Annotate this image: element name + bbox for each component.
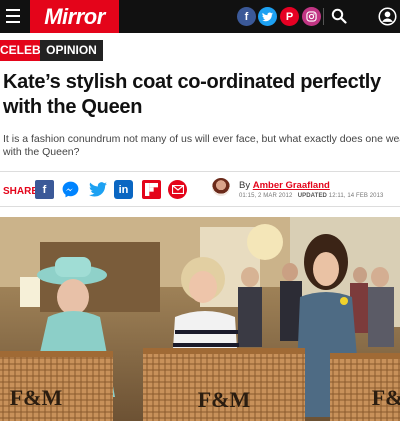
updated-date: 12:11, 14 FEB 2013 — [328, 193, 384, 199]
mirror-logo[interactable]: Mirror — [30, 0, 119, 33]
share-email-icon[interactable] — [168, 180, 187, 199]
updated-label: UPDATED — [297, 193, 327, 199]
share-messenger-icon[interactable] — [61, 180, 80, 199]
share-twitter-icon[interactable] — [88, 180, 107, 199]
header-divider — [323, 8, 324, 25]
instagram-icon[interactable] — [302, 7, 321, 26]
divider — [0, 206, 400, 207]
article-hero-image[interactable]: F&M F&M F&M — [0, 217, 400, 421]
tag-opinion[interactable]: OPINION — [40, 40, 103, 61]
author-avatar[interactable] — [212, 178, 230, 196]
byline-prefix: By — [239, 180, 251, 191]
divider — [0, 171, 400, 172]
standfirst-line-2: with the Queen? — [3, 146, 80, 158]
tag-celebs[interactable]: CELEBS — [0, 40, 49, 61]
top-navigation-bar: Mirror f P — [0, 0, 400, 33]
basket-label: F&M — [198, 387, 251, 412]
basket-label: F&M — [372, 385, 400, 410]
menu-icon[interactable] — [6, 9, 20, 23]
search-icon[interactable] — [331, 8, 347, 24]
share-facebook-icon[interactable]: f — [35, 180, 54, 199]
author-link[interactable]: Amber Graafland — [253, 180, 330, 191]
standfirst-line-1: It is a fashion conundrum not many of us… — [3, 133, 400, 145]
article-headline: Kate’s stylish coat co-ordinated perfect… — [3, 71, 381, 118]
article-dates: 01:15, 2 MAR 2012 UPDATED 12:11, 14 FEB … — [239, 193, 384, 199]
facebook-icon[interactable]: f — [237, 7, 256, 26]
share-linkedin-icon[interactable]: in — [114, 180, 133, 199]
twitter-icon[interactable] — [258, 7, 277, 26]
byline: By Amber Graafland — [239, 180, 330, 191]
account-icon[interactable] — [378, 7, 397, 26]
share-label: SHARE — [3, 186, 39, 197]
basket-label: F&M — [10, 385, 63, 410]
pinterest-icon[interactable]: P — [280, 7, 299, 26]
published-date: 01:15, 2 MAR 2012 — [239, 193, 293, 199]
share-flipboard-icon[interactable] — [142, 180, 161, 199]
article-standfirst: It is a fashion conundrum not many of us… — [3, 133, 400, 159]
